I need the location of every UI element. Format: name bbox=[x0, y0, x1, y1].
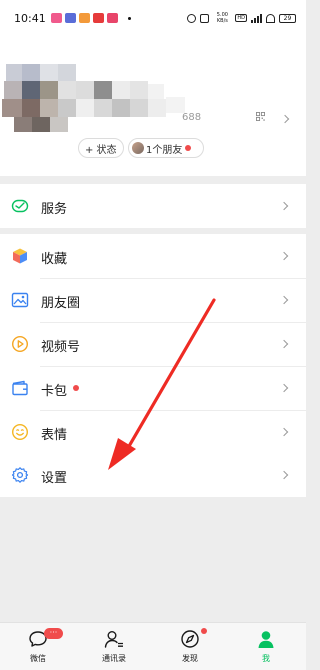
menu-group-main: 收藏 朋友圈 视频号 卡包 表情 bbox=[0, 234, 306, 454]
tab-contacts[interactable]: 通讯录 bbox=[76, 623, 152, 670]
moments-photo-icon bbox=[11, 292, 29, 308]
net-speed: 5.00 KB/s bbox=[216, 12, 228, 24]
menu-label-channels: 视频号 bbox=[41, 340, 81, 355]
alarm-icon bbox=[187, 13, 197, 23]
tab-label-chats: 微信 bbox=[30, 654, 46, 663]
profile-header[interactable]: 688 + 状态 1个朋友 bbox=[0, 36, 306, 176]
tab-label-discover: 发现 bbox=[182, 654, 198, 663]
qr-code-icon[interactable] bbox=[256, 112, 265, 121]
chevron-right-icon bbox=[279, 427, 289, 437]
tab-discover[interactable]: 发现 bbox=[152, 623, 228, 670]
bottom-tab-bar: ··· 微信 通讯录 发现 我 bbox=[0, 622, 306, 670]
hd-icon: HD bbox=[235, 14, 247, 22]
mute-icon bbox=[200, 13, 210, 23]
menu-item-cards[interactable]: 卡包 bbox=[0, 366, 306, 410]
person-icon-active bbox=[258, 631, 274, 648]
chevron-right-icon bbox=[279, 339, 289, 349]
signal-icon bbox=[251, 13, 262, 23]
chevron-right-icon bbox=[279, 295, 289, 305]
menu-item-settings[interactable]: 设置 bbox=[0, 453, 306, 497]
menu-item-favorites[interactable]: 收藏 bbox=[0, 234, 306, 278]
app-notification-icon bbox=[78, 13, 90, 23]
tab-me[interactable]: 我 bbox=[228, 623, 304, 670]
wifi-icon bbox=[266, 13, 275, 23]
friends-status-label: 1个朋友 bbox=[146, 144, 183, 156]
notification-icons bbox=[50, 13, 131, 23]
channels-play-icon bbox=[11, 335, 29, 353]
menu-label-favorites: 收藏 bbox=[41, 252, 68, 267]
tab-chats[interactable]: ··· 微信 bbox=[0, 623, 76, 670]
battery-icon: 29 bbox=[279, 13, 296, 23]
tab-label-me: 我 bbox=[262, 654, 270, 663]
compass-icon bbox=[181, 630, 199, 648]
menu-group-services: 服务 bbox=[0, 184, 306, 228]
blurred-profile-avatar bbox=[0, 64, 185, 134]
friends-status-button[interactable]: 1个朋友 bbox=[128, 138, 204, 158]
menu-item-services[interactable]: 服务 bbox=[0, 184, 306, 228]
add-status-label: + 状态 bbox=[85, 144, 117, 156]
services-icon bbox=[11, 199, 29, 213]
menu-item-channels[interactable]: 视频号 bbox=[0, 322, 306, 366]
friend-avatar bbox=[132, 142, 144, 154]
chevron-right-icon bbox=[279, 470, 289, 480]
settings-gear-icon bbox=[11, 467, 29, 483]
chevron-right-icon bbox=[279, 251, 289, 261]
smiley-icon bbox=[11, 423, 29, 441]
new-indicator-dot bbox=[185, 145, 192, 151]
menu-label-moments: 朋友圈 bbox=[41, 296, 81, 311]
tab-label-contacts: 通讯录 bbox=[102, 654, 126, 663]
menu-label-stickers: 表情 bbox=[41, 428, 68, 443]
wechat-id: 688 bbox=[182, 112, 202, 123]
app-notification-icon bbox=[50, 13, 62, 23]
app-notification-icon bbox=[106, 13, 118, 23]
chevron-right-icon bbox=[279, 383, 289, 393]
app-notification-icon bbox=[92, 13, 104, 23]
new-indicator-dot bbox=[73, 385, 79, 391]
menu-group-settings: 设置 bbox=[0, 453, 306, 497]
unread-badge: ··· bbox=[44, 628, 63, 639]
status-bar: 10:41 5.00 KB/s HD 29 bbox=[0, 0, 306, 36]
more-notifications-icon bbox=[127, 16, 131, 20]
menu-label-services: 服务 bbox=[41, 202, 68, 217]
status-time: 10:41 bbox=[14, 11, 46, 25]
chevron-right-icon bbox=[279, 201, 289, 211]
chevron-right-icon bbox=[280, 114, 290, 124]
wallet-card-icon bbox=[12, 380, 28, 396]
menu-label-cards: 卡包 bbox=[41, 384, 68, 399]
favorites-cube-icon bbox=[13, 248, 27, 264]
menu-item-stickers[interactable]: 表情 bbox=[0, 410, 306, 454]
add-status-button[interactable]: + 状态 bbox=[78, 138, 124, 158]
contacts-icon bbox=[104, 631, 123, 648]
menu-label-settings: 设置 bbox=[41, 471, 68, 486]
menu-item-moments[interactable]: 朋友圈 bbox=[0, 278, 306, 322]
system-status: 5.00 KB/s HD 29 bbox=[187, 12, 296, 24]
app-notification-icon bbox=[64, 13, 76, 23]
new-indicator-dot bbox=[201, 628, 207, 634]
